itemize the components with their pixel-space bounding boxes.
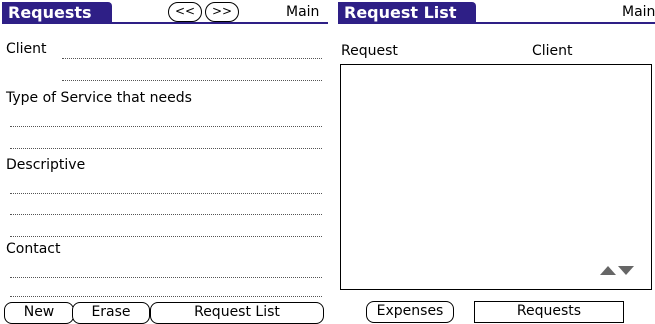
descriptive-field-line-2[interactable] (10, 214, 322, 215)
service-field-line-2[interactable] (10, 148, 322, 149)
service-type-label: Type of Service that needs (6, 90, 192, 106)
contact-field-line-1[interactable] (10, 277, 322, 278)
contact-label: Contact (6, 241, 61, 257)
requests-button[interactable]: Requests (474, 301, 624, 323)
scroll-up-arrow-icon[interactable] (600, 266, 616, 275)
descriptive-field-line-3[interactable] (10, 236, 322, 237)
service-field-line-1[interactable] (10, 126, 322, 127)
previous-record-button[interactable]: << (168, 2, 202, 22)
request-list-button[interactable]: Request List (150, 302, 324, 324)
title-underline (2, 22, 328, 24)
column-header-request[interactable]: Request (341, 42, 398, 60)
title-underline (338, 22, 655, 24)
requests-title: Requests (2, 2, 112, 24)
client-label: Client (6, 41, 47, 57)
main-menu[interactable]: Main (622, 1, 655, 23)
next-record-button[interactable]: >> (205, 2, 239, 22)
scroll-down-arrow-icon[interactable] (618, 266, 634, 275)
client-field-line-1[interactable] (62, 58, 322, 59)
expenses-button[interactable]: Expenses (366, 301, 454, 323)
column-header-client[interactable]: Client (532, 42, 573, 60)
descriptive-field-line-1[interactable] (10, 193, 322, 194)
request-list-table[interactable] (340, 64, 652, 290)
request-list-title: Request List (338, 2, 476, 24)
descriptive-label: Descriptive (6, 157, 86, 173)
main-menu[interactable]: Main (286, 1, 319, 23)
new-button[interactable]: New (4, 302, 74, 324)
client-field-line-2[interactable] (62, 80, 322, 81)
erase-button[interactable]: Erase (72, 302, 150, 324)
contact-field-line-2[interactable] (10, 296, 322, 297)
